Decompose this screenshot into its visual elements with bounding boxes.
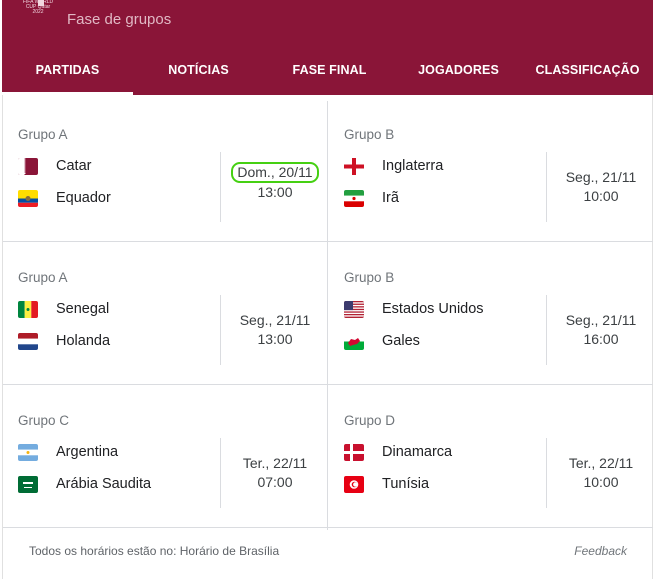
team-name: Dinamarca: [382, 444, 453, 460]
away-team: Holanda: [18, 330, 110, 352]
team-name: Irã: [382, 190, 399, 206]
divider: [220, 438, 221, 508]
saudi-arabia-flag-icon: [18, 475, 38, 493]
divider: [546, 438, 547, 508]
match-card[interactable]: Grupo D Dinamarca Tunísia Ter., 22/11 10…: [329, 387, 653, 530]
team-name: Equador: [56, 190, 111, 206]
match-date: Seg., 21/11: [565, 169, 637, 185]
kickoff-time: 16:00: [583, 331, 619, 347]
match-time: Seg., 21/11 13:00: [225, 311, 325, 349]
match-group: Grupo A: [18, 127, 68, 142]
match-card[interactable]: Grupo A Senegal Holanda Seg., 21/11 13:0…: [3, 244, 328, 387]
match-card[interactable]: Grupo B Estados Unidos Gales Seg., 21/11…: [329, 244, 653, 387]
tab-jogadores[interactable]: JOGADORES: [395, 58, 522, 95]
match-date: Seg., 21/11: [239, 312, 311, 328]
home-team: Inglaterra: [344, 155, 443, 177]
iran-flag-icon: [344, 189, 364, 207]
divider: [220, 152, 221, 222]
feedback-link[interactable]: Feedback: [574, 544, 627, 558]
home-team: Catar: [18, 155, 91, 177]
tab-noticias[interactable]: NOTÍCIAS: [133, 58, 264, 95]
team-name: Gales: [382, 333, 420, 349]
match-group: Grupo C: [18, 413, 70, 428]
divider: [546, 295, 547, 365]
match-time: Dom., 20/11 13:00: [225, 162, 325, 202]
netherlands-flag-icon: [18, 332, 38, 350]
row-divider: [3, 384, 653, 385]
team-name: Inglaterra: [382, 158, 444, 174]
team-name: Holanda: [56, 333, 111, 349]
home-team: Estados Unidos: [344, 298, 484, 320]
home-team: Argentina: [18, 441, 118, 463]
away-team: Arábia Saudita: [18, 473, 151, 495]
kickoff-time: 10:00: [583, 474, 619, 490]
logo-caption: FIFA WORLD CUP Qatar 2022: [22, 0, 54, 15]
kickoff-time: 13:00: [257, 331, 293, 347]
ecuador-flag-icon: [18, 189, 38, 207]
stage-subtitle: Fase de grupos: [67, 11, 172, 28]
match-date: Ter., 22/11: [242, 455, 308, 471]
team-name: Arábia Saudita: [56, 476, 152, 492]
team-name: Argentina: [56, 444, 119, 460]
match-card[interactable]: Grupo A Catar Equador Dom., 20/11 13:00: [3, 101, 328, 244]
away-team: Irã: [344, 187, 399, 209]
match-group: Grupo D: [344, 413, 396, 428]
home-team: Senegal: [18, 298, 109, 320]
timezone-note: Todos os horários estão no: Horário de B…: [29, 544, 280, 558]
tab-fase-final[interactable]: FASE FINAL: [264, 58, 395, 95]
england-flag-icon: [344, 157, 364, 175]
usa-flag-icon: [344, 300, 364, 318]
away-team: Tunísia: [344, 473, 429, 495]
wales-flag-icon: [344, 332, 364, 350]
denmark-flag-icon: [344, 443, 364, 461]
navigation-tabs: PARTIDAS NOTÍCIAS FASE FINAL JOGADORES C…: [2, 58, 653, 95]
kickoff-time: 07:00: [257, 474, 293, 490]
team-name: Catar: [56, 158, 92, 174]
divider: [220, 295, 221, 365]
team-name: Tunísia: [382, 476, 430, 492]
match-time: Ter., 22/11 07:00: [225, 454, 325, 492]
kickoff-time: 13:00: [257, 184, 293, 200]
qatar-flag-icon: [18, 157, 38, 175]
match-time: Seg., 21/11 16:00: [551, 311, 651, 349]
tunisia-flag-icon: [344, 475, 364, 493]
team-name: Senegal: [56, 301, 110, 317]
kickoff-time: 10:00: [583, 188, 619, 204]
match-date: Seg., 21/11: [565, 312, 637, 328]
tournament-header: FIFA WORLD CUP Qatar 2022 Fase de grupos…: [2, 0, 653, 95]
match-card[interactable]: Grupo B Inglaterra Irã Seg., 21/11 10:00: [329, 101, 653, 244]
match-group: Grupo B: [344, 270, 395, 285]
row-divider: [3, 241, 653, 242]
senegal-flag-icon: [18, 300, 38, 318]
match-card[interactable]: Grupo C Argentina Arábia Saudita Ter., 2…: [3, 387, 328, 530]
match-group: Grupo B: [344, 127, 395, 142]
team-name: Estados Unidos: [382, 301, 484, 317]
home-team: Dinamarca: [344, 441, 452, 463]
match-group: Grupo A: [18, 270, 68, 285]
footer-divider: [3, 527, 653, 528]
tab-classificacao[interactable]: CLASSIFICAÇÃO: [522, 58, 653, 95]
divider: [546, 152, 547, 222]
argentina-flag-icon: [18, 443, 38, 461]
away-team: Gales: [344, 330, 420, 352]
match-date: Ter., 22/11: [568, 455, 634, 471]
tab-partidas[interactable]: PARTIDAS: [2, 58, 133, 95]
away-team: Equador: [18, 187, 111, 209]
match-time: Ter., 22/11 10:00: [551, 454, 651, 492]
match-time: Seg., 21/11 10:00: [551, 168, 651, 206]
highlighted-date: Dom., 20/11: [231, 162, 319, 183]
